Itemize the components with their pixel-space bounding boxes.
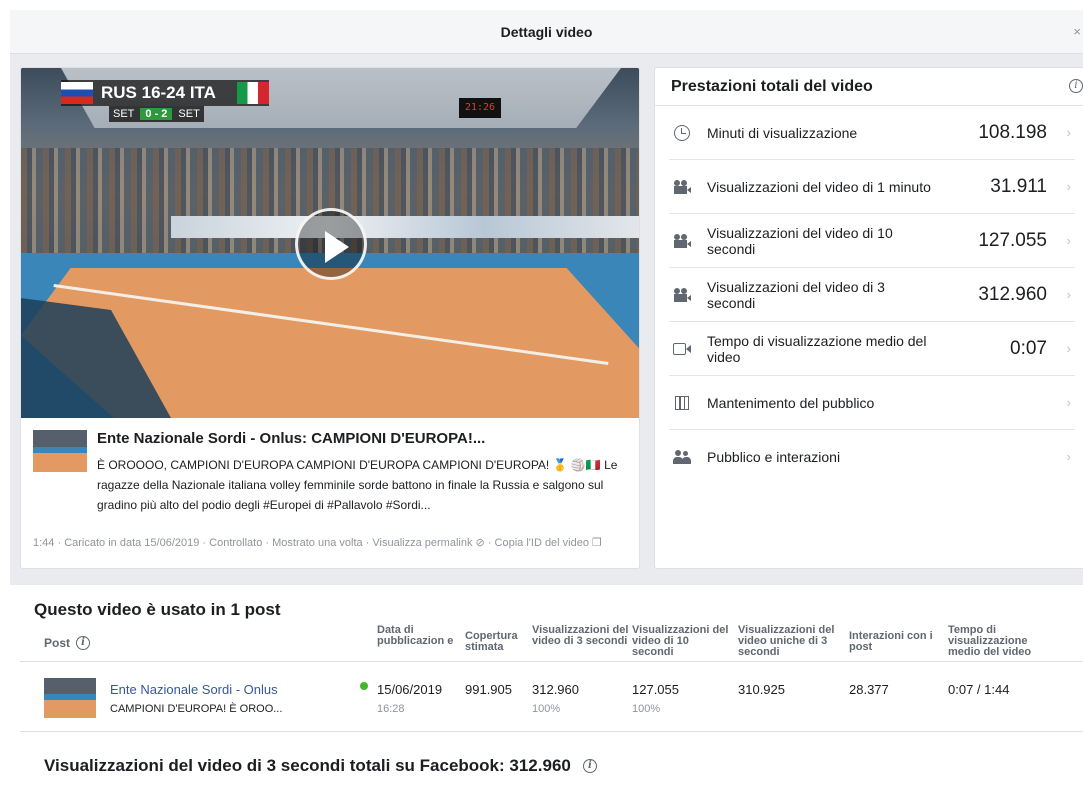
column-10s-views[interactable]: Visualizzazioni del video di 10 secondi <box>632 625 732 658</box>
camera-icon <box>673 232 691 250</box>
chevron-right-icon: › <box>1066 125 1071 140</box>
post-thumbnail[interactable] <box>33 430 87 472</box>
metric-10s-views[interactable]: Visualizzazioni del video di 10 secondi … <box>669 214 1075 268</box>
performance-card: Prestazioni totali del video i Minuti di… <box>654 67 1083 569</box>
metric-label: Tempo di visualizzazione medio del video <box>707 333 927 365</box>
video-card: RUS 16-24 ITA SET 0 - 2 SET 21:26 Ente N… <box>20 67 640 569</box>
upload-date: Caricato in data 15/06/2019 <box>64 537 200 549</box>
column-unique-3s-views[interactable]: Visualizzazioni del video uniche di 3 se… <box>738 625 846 658</box>
performance-title: Prestazioni totali del video <box>671 77 873 95</box>
unique3-value: 310.925 <box>738 682 785 697</box>
interactions-value: 28.377 <box>849 682 889 697</box>
italy-flag-icon <box>237 82 269 104</box>
dialog-title: Dettagli video <box>500 23 593 40</box>
chevron-right-icon: › <box>1066 233 1071 248</box>
video-icon <box>673 340 691 358</box>
info-icon[interactable]: i <box>1069 79 1083 93</box>
metric-label: Pubblico e interazioni <box>707 449 841 465</box>
info-icon[interactable]: i <box>76 636 91 650</box>
camera-icon <box>673 178 691 196</box>
chevron-right-icon: › <box>1066 449 1071 464</box>
metric-value: 0:07 <box>1010 338 1047 359</box>
published-status-dot <box>360 682 368 690</box>
post-description: È OROOOO, CAMPIONI D'EUROPA CAMPIONI D'E… <box>97 458 618 512</box>
metric-label: Visualizzazioni del video di 10 secondi <box>707 225 893 257</box>
copy-icon[interactable]: ❐ <box>592 537 602 549</box>
video-player[interactable]: RUS 16-24 ITA SET 0 - 2 SET 21:26 <box>21 68 639 418</box>
scoreboard: RUS 16-24 ITA <box>61 80 269 106</box>
posts-section-title: Questo video è usato in 1 post <box>34 600 281 619</box>
total-3s-views: Visualizzazioni del video di 3 secondi t… <box>44 756 597 776</box>
metric-audience-retention[interactable]: Mantenimento del pubblico › <box>669 376 1075 430</box>
metric-value: 108.198 <box>978 122 1047 143</box>
performance-header: Prestazioni totali del video i <box>655 68 1083 106</box>
column-3s-views[interactable]: Visualizzazioni del video di 3 secondi <box>532 625 630 647</box>
metric-minutes-viewed[interactable]: Minuti di visualizzazione 108.198 › <box>669 106 1075 160</box>
views3-percent: 100% <box>532 703 561 715</box>
metric-value: 312.960 <box>978 284 1047 305</box>
column-reach[interactable]: Copertura stimata <box>465 631 531 653</box>
metric-audience-engagement[interactable]: Pubblico e interazioni › <box>669 430 1075 484</box>
play-icon[interactable] <box>295 208 367 280</box>
column-publish-date[interactable]: Data di pubblicazion e <box>377 625 461 647</box>
metric-label: Mantenimento del pubblico <box>707 395 875 411</box>
publish-date: 15/06/2019 <box>377 682 443 697</box>
metric-value: 127.055 <box>978 230 1047 251</box>
metric-value: 31.911 <box>990 176 1047 197</box>
metric-label: Visualizzazioni del video di 3 secondi <box>707 279 885 311</box>
russia-flag-icon <box>61 82 93 104</box>
video-meta: 1:44 · Caricato in data 15/06/2019 · Con… <box>33 537 602 549</box>
clock-icon <box>673 124 691 142</box>
camera-icon <box>673 286 691 304</box>
views3-value: 312.960 <box>532 682 579 697</box>
shown-status: Mostrato una volta <box>272 537 363 549</box>
metric-1min-views[interactable]: Visualizzazioni del video di 1 minuto 31… <box>669 160 1075 214</box>
film-icon <box>673 394 691 412</box>
column-avg-watch-time[interactable]: Tempo di visualizzazione medio del video <box>948 625 1056 658</box>
post-title[interactable]: Ente Nazionale Sordi - Onlus: CAMPIONI D… <box>97 430 485 447</box>
chevron-right-icon: › <box>1066 341 1071 356</box>
set-score: SET 0 - 2 SET <box>109 106 204 122</box>
column-post: Post i <box>44 636 91 650</box>
checked-status: Controllato <box>209 537 263 549</box>
metric-label: Visualizzazioni del video di 1 minuto <box>707 179 931 195</box>
link-icon: ⊘ <box>475 537 485 549</box>
column-interactions[interactable]: Interazioni con i post <box>849 631 947 653</box>
close-icon[interactable]: × <box>1073 24 1081 39</box>
reach-value: 991.905 <box>465 682 512 697</box>
watch-time-value: 0:07 / 1:44 <box>948 682 1010 697</box>
people-icon <box>673 448 691 466</box>
permalink-link[interactable]: Visualizza permalink <box>372 537 472 549</box>
chevron-right-icon: › <box>1066 395 1071 410</box>
post-page-link[interactable]: Ente Nazionale Sordi - Onlus <box>110 682 278 697</box>
publish-time: 16:28 <box>377 703 405 715</box>
views10-percent: 100% <box>632 703 661 715</box>
posts-table-header: Post i Data di pubblicazion e Copertura … <box>20 620 1083 662</box>
table-row[interactable]: Ente Nazionale Sordi - Onlus CAMPIONI D'… <box>20 662 1083 732</box>
metric-label: Minuti di visualizzazione <box>707 125 858 141</box>
views10-value: 127.055 <box>632 682 679 697</box>
video-duration: 1:44 <box>33 537 55 549</box>
dialog-header: Dettagli video × <box>10 10 1083 54</box>
post-subtitle: CAMPIONI D'EUROPA! È OROO... <box>110 703 283 715</box>
metric-3s-views[interactable]: Visualizzazioni del video di 3 secondi 3… <box>669 268 1075 322</box>
copy-id-link[interactable]: Copia l'ID del video <box>495 537 589 549</box>
metric-avg-watch-time[interactable]: Tempo di visualizzazione medio del video… <box>669 322 1075 376</box>
arena-scoreboard: 21:26 <box>459 98 501 118</box>
post-thumbnail[interactable] <box>44 678 96 718</box>
chevron-right-icon: › <box>1066 287 1071 302</box>
score-text: RUS 16-24 ITA <box>101 83 216 102</box>
total-3s-views-text: Visualizzazioni del video di 3 secondi t… <box>44 756 571 775</box>
chevron-right-icon: › <box>1066 179 1071 194</box>
info-icon[interactable]: i <box>582 759 597 773</box>
